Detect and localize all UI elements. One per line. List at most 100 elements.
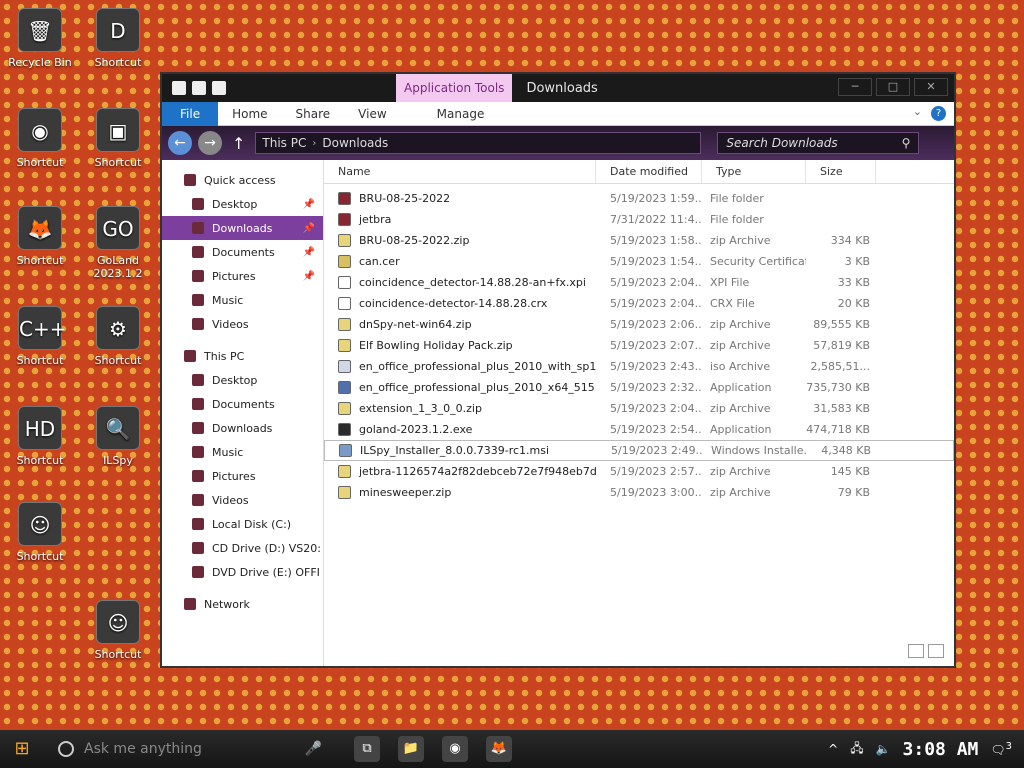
tab-file[interactable]: File [162, 101, 219, 126]
network-icon[interactable]: 🖧 [850, 739, 863, 760]
properties-icon[interactable] [192, 81, 206, 95]
folder-icon [184, 174, 196, 186]
desktop-shortcut[interactable]: C++ Shortcut [0, 306, 80, 367]
nav-quick-item[interactable]: Downloads 📌 [162, 216, 323, 240]
file-explorer-taskbar-icon[interactable]: 📁 [398, 736, 424, 762]
title-bar[interactable]: Application Tools Downloads ─ □ ✕ [162, 74, 954, 102]
tray-overflow-icon[interactable]: ^ [828, 742, 838, 756]
column-type[interactable]: Type [702, 160, 806, 183]
desktop-shortcut[interactable]: ▣ Shortcut [78, 108, 158, 169]
file-row[interactable]: en_office_professional_plus_2010_with_sp… [324, 356, 954, 377]
back-button[interactable]: ← [168, 131, 192, 155]
firefox-taskbar-icon[interactable]: 🦊 [486, 736, 512, 762]
file-row[interactable]: minesweeper.zip 5/19/2023 3:00... zip Arch… [324, 482, 954, 503]
nav-label: Music [212, 293, 244, 307]
nav-this-pc[interactable]: This PC [162, 344, 323, 368]
file-row[interactable]: extension_1_3_0_0.zip 5/19/2023 2:04... zi… [324, 398, 954, 419]
nav-quick-item[interactable]: Pictures 📌 [162, 264, 323, 288]
file-row[interactable]: jetbra-1126574a2f82debceb72e7f948eb7d4..… [324, 461, 954, 482]
minimize-button[interactable]: ─ [838, 78, 872, 96]
file-name: en_office_professional_plus_2010_with_sp… [359, 360, 596, 373]
application-tools-tab[interactable]: Application Tools [396, 74, 513, 102]
file-row[interactable]: ILSpy_Installer_8.0.0.7339-rc1.msi 5/19/2… [324, 440, 954, 461]
file-row[interactable]: jetbra 7/31/2022 11:4... File folder [324, 209, 954, 230]
microphone-icon[interactable]: 🎤 [305, 741, 322, 757]
clock[interactable]: 3:08 AM [903, 739, 979, 760]
file-row[interactable]: dnSpy-net-win64.zip 5/19/2023 2:06... zip … [324, 314, 954, 335]
nav-network[interactable]: Network [162, 592, 323, 616]
desktop-shortcut[interactable]: GO GoLand 2023.1.2 [78, 206, 158, 280]
file-name: minesweeper.zip [359, 486, 452, 499]
volume-icon[interactable]: 🔈 [876, 742, 891, 756]
file-row[interactable]: goland-2023.1.2.exe 5/19/2023 2:54... Appl… [324, 419, 954, 440]
close-button[interactable]: ✕ [914, 78, 948, 96]
nav-pc-item[interactable]: DVD Drive (E:) OFFI [162, 560, 323, 584]
tab-home[interactable]: Home [218, 102, 281, 126]
desktop-shortcut[interactable]: ☺ Shortcut [78, 600, 158, 661]
file-row[interactable]: can.cer 5/19/2023 1:54... Security Certifi… [324, 251, 954, 272]
nav-quick-item[interactable]: Desktop 📌 [162, 192, 323, 216]
desktop-shortcut[interactable]: 🗑 Recycle Bin [0, 8, 80, 69]
file-row[interactable]: Elf Bowling Holiday Pack.zip 5/19/2023 2:… [324, 335, 954, 356]
breadcrumb-this-pc[interactable]: This PC [262, 136, 306, 150]
search-icon[interactable]: ⚲ [902, 133, 911, 153]
chrome-taskbar-icon[interactable]: ◉ [442, 736, 468, 762]
desktop-shortcut[interactable]: 🦊 Shortcut [0, 206, 80, 267]
nav-pc-item[interactable]: Documents [162, 392, 323, 416]
nav-pc-item[interactable]: Downloads [162, 416, 323, 440]
nav-pc-item[interactable]: Music [162, 440, 323, 464]
tab-share[interactable]: Share [282, 102, 345, 126]
nav-pc-item[interactable]: Local Disk (C:) [162, 512, 323, 536]
tab-view[interactable]: View [344, 102, 400, 126]
nav-quick-access[interactable]: Quick access [162, 168, 323, 192]
desktop-shortcut[interactable]: HD Shortcut [0, 406, 80, 467]
search-input[interactable]: Search Downloads ⚲ [717, 132, 920, 154]
desktop-shortcut[interactable]: ◉ Shortcut [0, 108, 80, 169]
forward-button[interactable]: → [198, 131, 222, 155]
new-folder-icon[interactable] [212, 81, 226, 95]
details-view-icon[interactable] [908, 644, 924, 658]
file-size: 145 KB [830, 465, 870, 478]
desktop-shortcut[interactable]: D Shortcut [78, 8, 158, 69]
nav-pc-item[interactable]: Pictures [162, 464, 323, 488]
pin-icon[interactable]: 📌 [303, 223, 315, 234]
column-name[interactable]: Name [324, 160, 596, 183]
nav-quick-item[interactable]: Music [162, 288, 323, 312]
pin-icon[interactable]: 📌 [303, 271, 315, 282]
task-view-icon[interactable]: ⧉ [354, 736, 380, 762]
pin-icon[interactable]: 📌 [303, 247, 315, 258]
breadcrumb-downloads[interactable]: Downloads [322, 136, 388, 150]
pin-icon[interactable]: 📌 [303, 199, 315, 210]
file-row[interactable]: BRU-08-25-2022 5/19/2023 1:59... File fold… [324, 188, 954, 209]
file-row[interactable]: coincidence-detector-14.88.28.crx 5/19/20… [324, 293, 954, 314]
file-type: Application [710, 381, 772, 394]
nav-pc-item[interactable]: Videos [162, 488, 323, 512]
desktop-shortcut[interactable]: 🔍 ILSpy [78, 406, 158, 467]
explorer-icon[interactable] [172, 81, 186, 95]
large-icons-view-icon[interactable] [928, 644, 944, 658]
desktop-shortcut[interactable]: ⚙ Shortcut [78, 306, 158, 367]
nav-label: Quick access [204, 173, 276, 187]
taskbar-search[interactable]: Ask me anything 🎤 [44, 734, 334, 764]
nav-pc-item[interactable]: CD Drive (D:) VS20: [162, 536, 323, 560]
file-row[interactable]: en_office_professional_plus_2010_x64_515… [324, 377, 954, 398]
ribbon-expand-icon[interactable]: ⌄ [913, 105, 922, 118]
maximize-button[interactable]: □ [876, 78, 910, 96]
column-size[interactable]: Size [806, 160, 876, 183]
folder-icon [192, 246, 204, 258]
notification-icon[interactable]: 🗨3 [990, 741, 1012, 757]
tab-manage[interactable]: Manage [423, 102, 499, 126]
file-row[interactable]: BRU-08-25-2022.zip 5/19/2023 1:58... zip A… [324, 230, 954, 251]
nav-pc-item[interactable]: Desktop [162, 368, 323, 392]
file-row[interactable]: coincidence_detector-14.88.28-an+fx.xpi 5… [324, 272, 954, 293]
desktop-shortcut[interactable]: ☺ Shortcut [0, 502, 80, 563]
nav-quick-item[interactable]: Documents 📌 [162, 240, 323, 264]
folder-icon [192, 518, 204, 530]
column-date-modified[interactable]: Date modified [596, 160, 702, 183]
nav-quick-item[interactable]: Videos [162, 312, 323, 336]
folder-icon [192, 222, 204, 234]
help-icon[interactable]: ? [931, 106, 946, 121]
start-button[interactable]: ⊞ [0, 730, 44, 768]
breadcrumb[interactable]: This PC › Downloads [255, 132, 702, 154]
up-button[interactable]: ↑ [228, 134, 249, 153]
